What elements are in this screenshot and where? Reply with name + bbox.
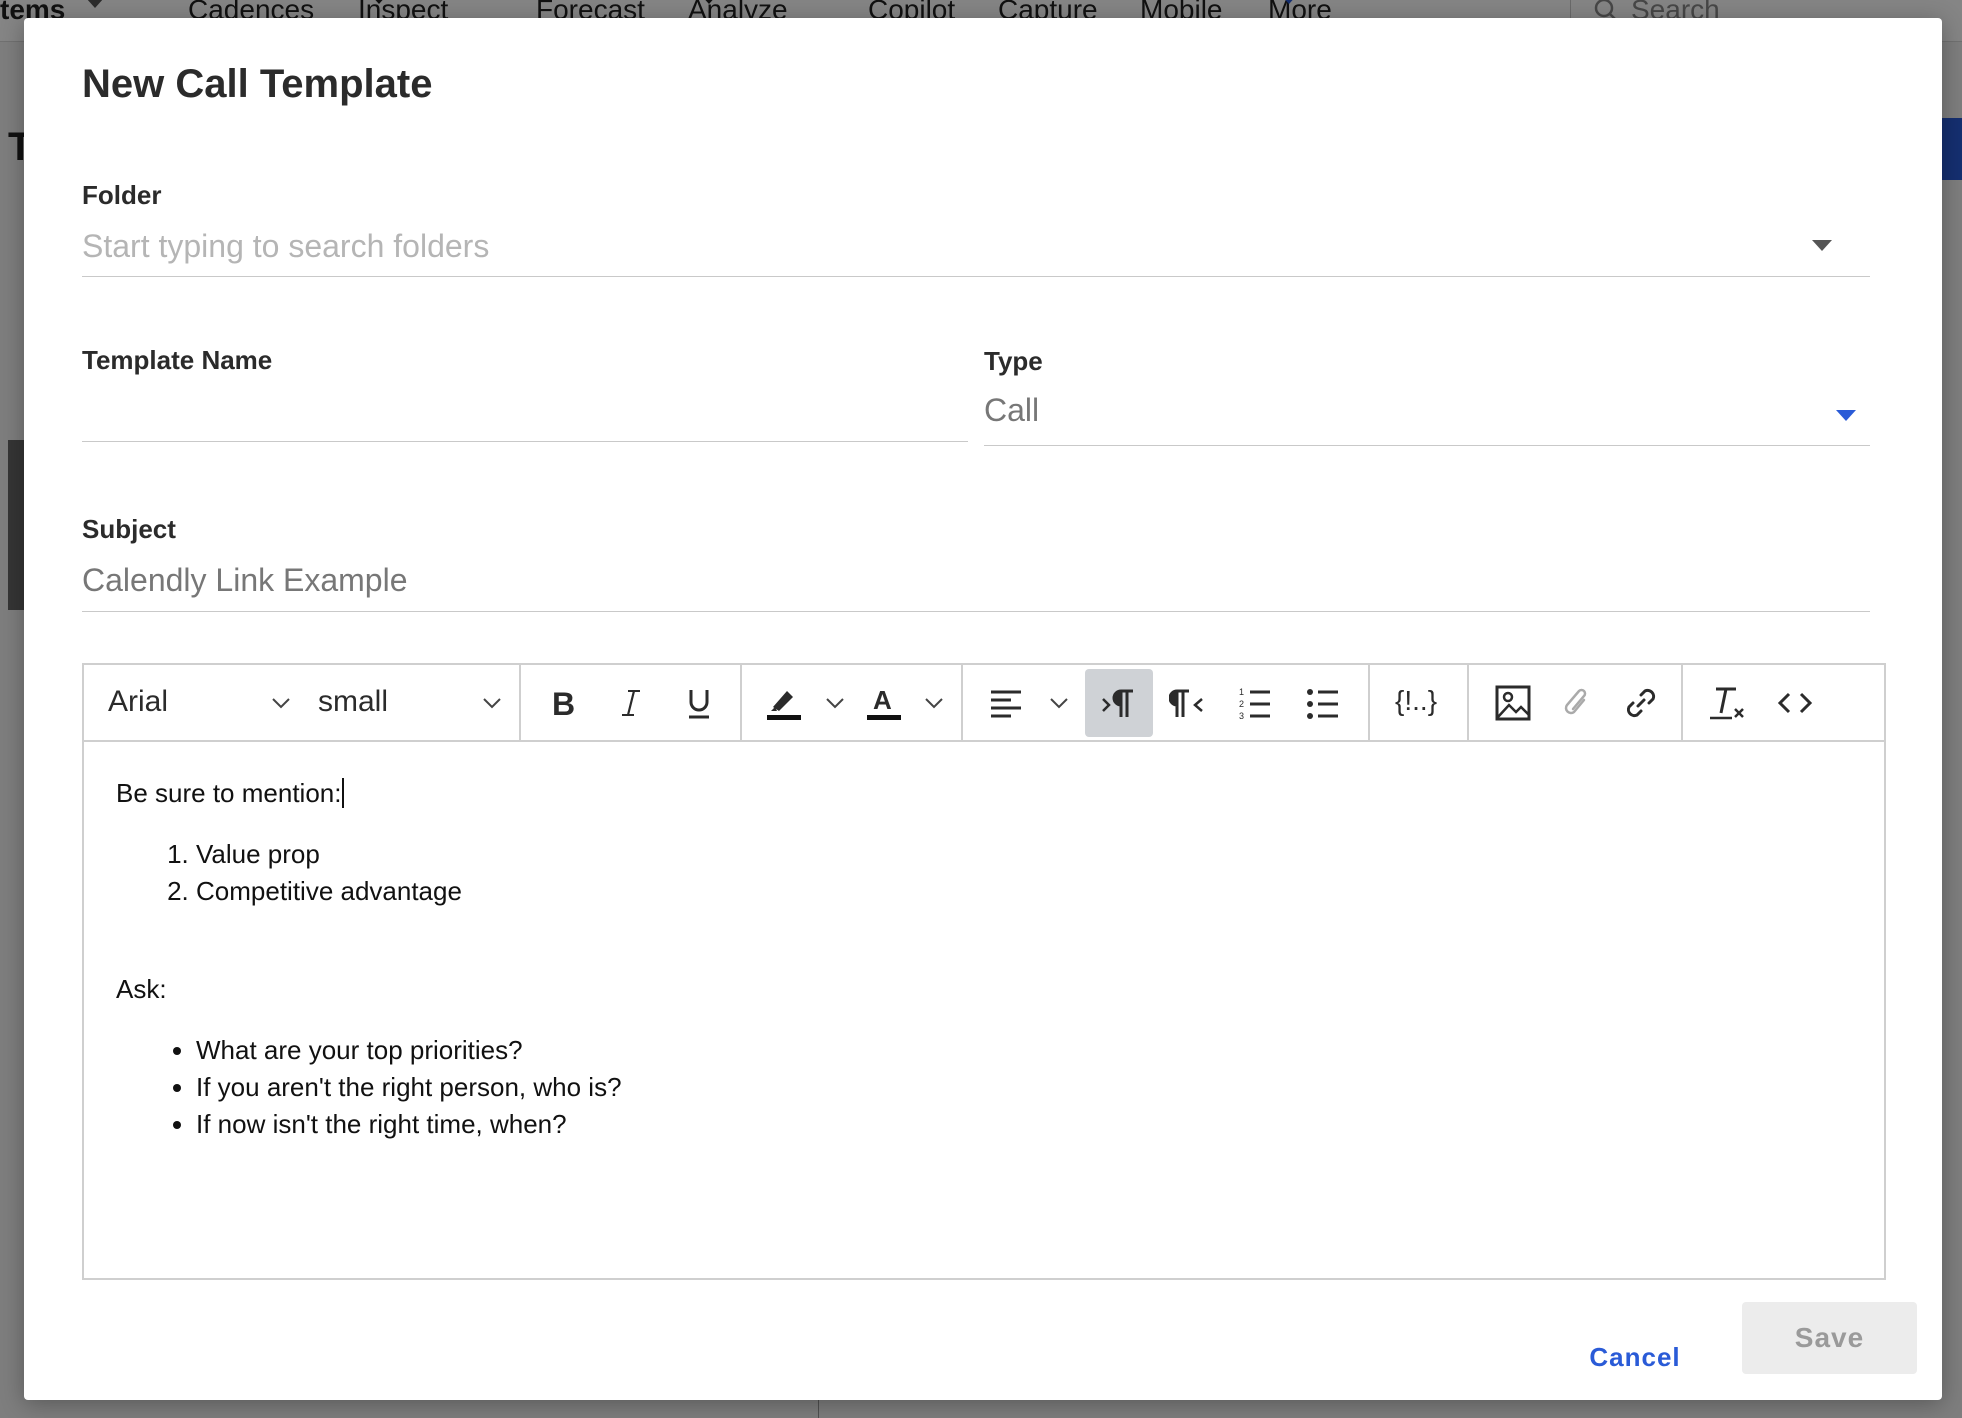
type-label: Type xyxy=(984,346,1043,376)
folder-dropdown-arrow-icon[interactable] xyxy=(1812,240,1832,251)
editor-ask: Ask: xyxy=(116,974,167,1004)
link-icon xyxy=(1626,688,1656,718)
font-color-chevron-down-icon[interactable] xyxy=(919,669,949,737)
source-code-icon xyxy=(1777,692,1813,714)
list-item: Value prop xyxy=(196,836,1846,873)
underline-button[interactable] xyxy=(665,669,733,737)
font-size-select[interactable]: small xyxy=(318,685,388,719)
toolbar-separator xyxy=(740,665,742,742)
italic-button[interactable] xyxy=(597,669,665,737)
source-code-button[interactable] xyxy=(1761,669,1829,737)
insert-image-button[interactable] xyxy=(1479,669,1547,737)
numbered-list: Value prop Competitive advantage xyxy=(196,836,1846,910)
cancel-button[interactable]: Cancel xyxy=(1570,1322,1700,1392)
variables-button[interactable]: {!..} xyxy=(1395,685,1437,717)
modal-title: New Call Template xyxy=(82,62,433,106)
align-chevron-down-icon[interactable] xyxy=(1044,669,1074,737)
highlight-button[interactable] xyxy=(750,669,818,737)
bold-icon: B xyxy=(552,687,575,719)
template-name-input[interactable] xyxy=(82,390,962,434)
type-select[interactable]: Call xyxy=(984,392,1784,436)
folder-underline xyxy=(82,276,1870,277)
folder-label: Folder xyxy=(82,180,162,210)
save-button[interactable]: Save xyxy=(1742,1302,1917,1374)
list-item: What are your top priorities? xyxy=(196,1032,1846,1069)
font-color-icon: A xyxy=(867,685,901,720)
toolbar-separator xyxy=(1368,665,1370,742)
list-item: If you aren't the right person, who is? xyxy=(196,1069,1846,1106)
type-dropdown-arrow-icon[interactable] xyxy=(1836,410,1856,421)
align-left-icon xyxy=(991,690,1021,718)
bold-button[interactable]: B xyxy=(529,669,597,737)
svg-text:1: 1 xyxy=(1239,687,1244,697)
template-name-label: Template Name xyxy=(82,345,273,375)
editor-toolbar: Arial small B A 1 2 3 {!..} xyxy=(84,665,1884,742)
editor-content[interactable]: Be sure to mention: Value prop Competiti… xyxy=(116,775,1846,1167)
align-button[interactable] xyxy=(972,669,1040,737)
highlight-icon xyxy=(767,691,801,720)
svg-text:3: 3 xyxy=(1239,711,1244,720)
toolbar-separator xyxy=(1467,665,1469,742)
rtl-icon xyxy=(1169,689,1203,717)
ltr-direction-button[interactable] xyxy=(1085,669,1153,737)
numbered-list-icon: 1 2 3 xyxy=(1239,687,1270,720)
subject-label: Subject xyxy=(82,514,176,544)
font-family-select[interactable]: Arial xyxy=(108,685,168,719)
svg-text:2: 2 xyxy=(1239,699,1244,709)
font-size-chevron-down-icon[interactable] xyxy=(477,669,507,737)
toolbar-separator xyxy=(519,665,521,742)
new-call-template-modal: New Call Template Folder Template Name T… xyxy=(24,18,1942,1400)
font-family-chevron-down-icon[interactable] xyxy=(266,669,296,737)
template-name-underline xyxy=(82,441,968,442)
toolbar-separator xyxy=(1681,665,1683,742)
bulleted-list: What are your top priorities? If you are… xyxy=(196,1032,1846,1143)
rich-text-editor: Arial small B A 1 2 3 {!..} Be sure to m… xyxy=(82,663,1886,1280)
clear-formatting-button[interactable] xyxy=(1693,669,1761,737)
insert-link-button[interactable] xyxy=(1607,669,1675,737)
svg-text:A: A xyxy=(873,685,892,715)
highlight-chevron-down-icon[interactable] xyxy=(820,669,850,737)
attachment-icon xyxy=(1564,688,1587,715)
ltr-icon xyxy=(1102,689,1133,717)
editor-intro: Be sure to mention: xyxy=(116,775,1846,812)
clear-format-icon xyxy=(1710,687,1744,720)
image-icon xyxy=(1495,685,1531,721)
underline-icon xyxy=(689,690,709,719)
list-item: Competitive advantage xyxy=(196,873,1846,910)
list-item: If now isn't the right time, when? xyxy=(196,1106,1846,1143)
numbered-list-button[interactable]: 1 2 3 xyxy=(1221,669,1289,737)
rtl-direction-button[interactable] xyxy=(1153,669,1221,737)
subject-underline xyxy=(82,611,1870,612)
italic-icon xyxy=(622,690,640,716)
text-cursor xyxy=(342,778,345,808)
subject-input[interactable] xyxy=(82,558,1862,602)
bulleted-list-icon xyxy=(1307,689,1338,719)
attachment-button[interactable] xyxy=(1543,669,1611,737)
bulleted-list-button[interactable] xyxy=(1289,669,1357,737)
svg-text:B: B xyxy=(552,687,575,719)
empty-line xyxy=(116,934,1846,971)
type-underline xyxy=(984,445,1870,446)
toolbar-separator xyxy=(961,665,963,742)
font-color-button[interactable]: A xyxy=(850,669,918,737)
folder-search-input[interactable] xyxy=(82,224,1782,268)
